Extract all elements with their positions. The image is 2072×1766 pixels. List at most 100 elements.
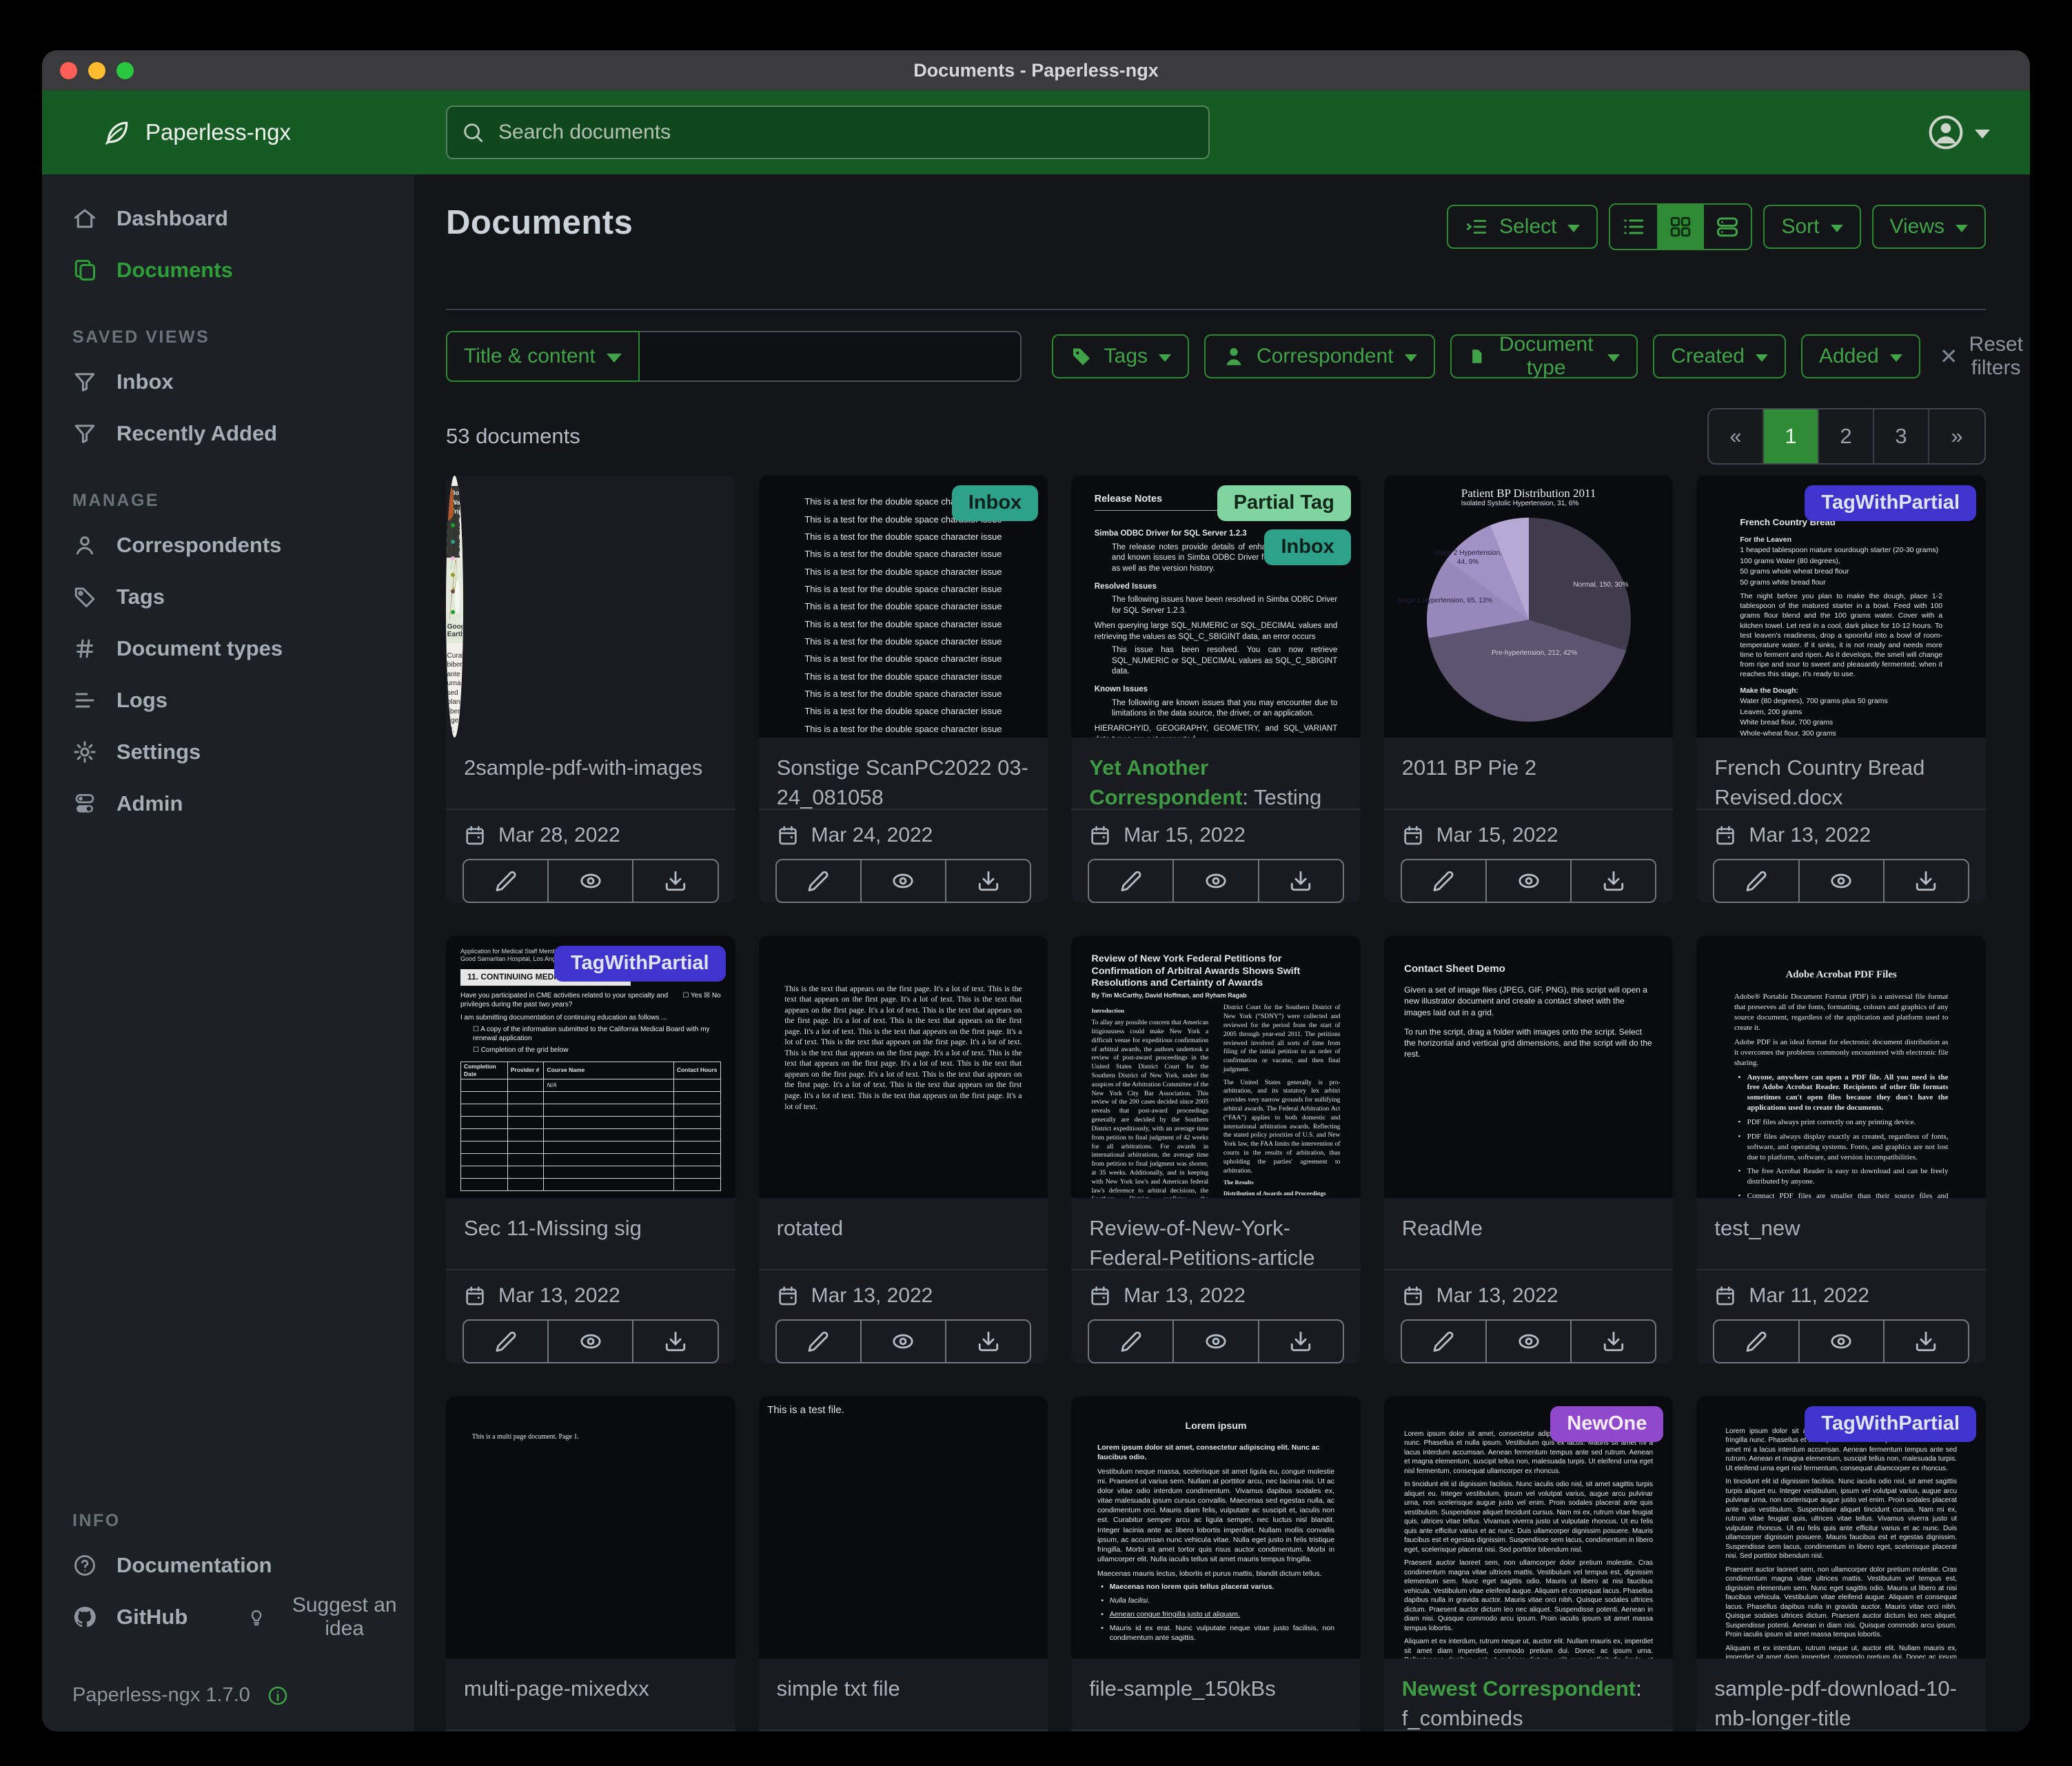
download-button[interactable] — [945, 1321, 1030, 1362]
document-thumbnail[interactable]: Boundary Waters TripDay 1Day 2Day 3Day 4… — [446, 476, 463, 738]
view-button[interactable] — [1485, 1321, 1570, 1362]
document-correspondent[interactable]: Yet Another Correspondent — [1089, 755, 1242, 809]
document-title[interactable]: sample-pdf-download-10-mb-longer-title — [1696, 1658, 1986, 1729]
sidebar-item-documents[interactable]: Documents — [42, 244, 414, 296]
edit-button[interactable] — [464, 860, 547, 902]
document-thumbnail[interactable]: This is a multi page document. Page 1. — [446, 1397, 735, 1658]
download-button[interactable] — [632, 1321, 717, 1362]
filter-document-type-button[interactable]: Document type — [1450, 334, 1638, 378]
pagination-page-3[interactable]: 3 — [1874, 409, 1929, 463]
sidebar-item-document-types[interactable]: Document types — [42, 622, 414, 674]
view-list-button[interactable] — [1610, 205, 1657, 249]
filter-tags-button[interactable]: Tags — [1052, 334, 1189, 378]
reset-filters-button[interactable]: ✕ Reset filters — [1936, 332, 2027, 380]
tag-badge[interactable]: NewOne — [1550, 1406, 1663, 1442]
document-thumbnail[interactable]: Review of New York Federal Petitions for… — [1071, 936, 1361, 1198]
document-title[interactable]: simple txt file — [759, 1658, 1048, 1729]
sidebar-item-suggest-idea[interactable]: Suggest an idea — [243, 1593, 414, 1641]
filter-correspondent-button[interactable]: Correspondent — [1204, 334, 1434, 378]
view-detail-button[interactable] — [1704, 205, 1751, 249]
tag-badge[interactable]: TagWithPartial — [1805, 1406, 1976, 1442]
download-button[interactable] — [1883, 1321, 1968, 1362]
download-button[interactable] — [632, 860, 717, 902]
edit-button[interactable] — [1089, 1321, 1172, 1362]
edit-button[interactable] — [464, 1321, 547, 1362]
window-close-button[interactable] — [60, 62, 77, 79]
pagination-page-2[interactable]: 2 — [1819, 409, 1874, 463]
info-circle-icon[interactable] — [267, 1685, 289, 1707]
tag-badge[interactable]: TagWithPartial — [554, 946, 726, 982]
sidebar-item-github[interactable]: GitHub — [42, 1591, 187, 1643]
document-title[interactable]: Yet Another Correspondent: Testing Email — [1071, 738, 1361, 809]
document-title[interactable]: file-sample_150kBs — [1071, 1658, 1361, 1729]
window-zoom-button[interactable] — [116, 62, 134, 79]
view-button[interactable] — [1798, 1321, 1883, 1362]
download-button[interactable] — [1258, 1321, 1343, 1362]
document-thumbnail[interactable]: Lorem ipsum dolor sit amet, consectetur … — [1384, 1397, 1674, 1658]
sidebar-item-documentation[interactable]: Documentation — [42, 1539, 286, 1591]
document-title[interactable]: 2sample-pdf-with-images — [446, 738, 735, 809]
download-button[interactable] — [1883, 860, 1968, 902]
user-menu-button[interactable] — [1922, 112, 1994, 152]
sidebar-item-tags[interactable]: Tags — [42, 571, 414, 622]
edit-button[interactable] — [777, 1321, 860, 1362]
sidebar-item-recently-added[interactable]: Recently Added — [42, 407, 414, 459]
document-thumbnail[interactable]: Adobe Acrobat PDF FilesAdobe® Portable D… — [1696, 936, 1986, 1198]
sidebar-item-dashboard[interactable]: Dashboard — [42, 192, 414, 244]
pagination-page-1[interactable]: 1 — [1764, 409, 1819, 463]
view-button[interactable] — [1798, 860, 1883, 902]
global-search[interactable] — [446, 105, 1210, 159]
download-button[interactable] — [1570, 1321, 1655, 1362]
view-button[interactable] — [860, 1321, 945, 1362]
edit-button[interactable] — [1402, 860, 1485, 902]
edit-button[interactable] — [1714, 860, 1798, 902]
tag-badge[interactable]: Partial Tag — [1217, 485, 1351, 521]
edit-button[interactable] — [1714, 1321, 1798, 1362]
window-minimize-button[interactable] — [88, 62, 105, 79]
sidebar-item-correspondents[interactable]: Correspondents — [42, 519, 414, 571]
document-title[interactable]: ReadMe — [1384, 1198, 1674, 1269]
document-thumbnail[interactable]: Contact Sheet Demo Given a set of image … — [1384, 936, 1674, 1198]
select-button[interactable]: Select — [1447, 205, 1598, 249]
title-content-input[interactable] — [640, 331, 1022, 382]
sidebar-item-admin[interactable]: Admin — [42, 778, 414, 829]
sidebar-item-settings[interactable]: Settings — [42, 726, 414, 778]
views-button[interactable]: Views — [1872, 205, 1986, 249]
document-title[interactable]: multi-page-mixedxx — [446, 1658, 735, 1729]
document-title[interactable]: rotated — [759, 1198, 1048, 1269]
filter-created-button[interactable]: Created — [1653, 334, 1786, 378]
document-title[interactable]: test_new — [1696, 1198, 1986, 1269]
filter-field-button[interactable]: Title & content — [446, 331, 640, 382]
view-button[interactable] — [860, 860, 945, 902]
filter-added-button[interactable]: Added — [1801, 334, 1920, 378]
document-title[interactable]: 2011 BP Pie 2 — [1384, 738, 1674, 809]
view-button[interactable] — [547, 860, 632, 902]
download-button[interactable] — [1570, 860, 1655, 902]
document-title[interactable]: French Country Bread Revised.docx — [1696, 738, 1986, 809]
document-title[interactable]: Sec 11-Missing sig — [446, 1198, 735, 1269]
document-thumbnail[interactable]: This is the text that appears on the fir… — [759, 936, 1048, 1198]
document-thumbnail[interactable]: French Country BreadFor the Leaven1 heap… — [1696, 476, 1986, 738]
edit-button[interactable] — [1089, 860, 1172, 902]
view-button[interactable] — [1485, 860, 1570, 902]
view-button[interactable] — [1172, 860, 1257, 902]
document-title[interactable]: Sonstige ScanPC2022 03-24_081058 — [759, 738, 1048, 809]
download-button[interactable] — [945, 860, 1030, 902]
download-button[interactable] — [1258, 860, 1343, 902]
document-title[interactable]: Review-of-New-York-Federal-Petitions-art… — [1071, 1198, 1361, 1269]
tag-badge[interactable]: TagWithPartial — [1805, 485, 1976, 521]
view-grid-button[interactable] — [1657, 205, 1704, 249]
document-thumbnail[interactable]: Lorem ipsum dolor sit amet, consectetur … — [1696, 1397, 1986, 1658]
sidebar-item-logs[interactable]: Logs — [42, 674, 414, 726]
search-input[interactable] — [497, 120, 1195, 145]
edit-button[interactable] — [777, 860, 860, 902]
tag-badge[interactable]: Another Sample Tag — [446, 485, 454, 521]
sort-button[interactable]: Sort — [1763, 205, 1860, 249]
brand[interactable]: Paperless-ngx — [101, 117, 446, 148]
document-correspondent[interactable]: Newest Correspondent — [1402, 1676, 1636, 1701]
pagination-next-button[interactable]: » — [1929, 409, 1984, 463]
document-thumbnail[interactable]: This is a test for the double space char… — [759, 476, 1048, 738]
tag-badge[interactable]: Inbox — [1264, 529, 1350, 565]
pagination-prev-button[interactable]: « — [1709, 409, 1764, 463]
document-thumbnail[interactable]: Release Notes Simba ODBC Driver for SQL … — [1071, 476, 1361, 738]
